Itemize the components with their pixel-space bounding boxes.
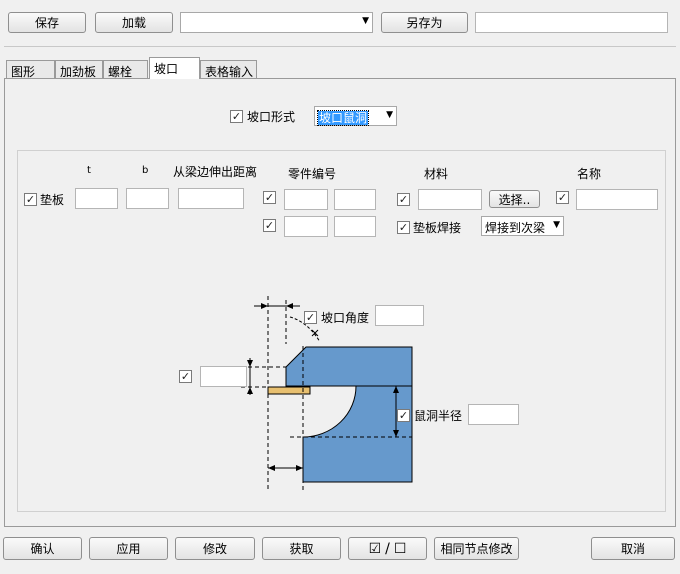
bevel-angle-label: 坡口角度 bbox=[321, 311, 370, 325]
same-node-modify-button[interactable]: 相同节点修改 bbox=[434, 537, 519, 560]
rat-hole-radius-input[interactable] bbox=[468, 404, 519, 425]
gap-checkbox[interactable]: ✓ bbox=[179, 370, 192, 383]
bevel-angle-input[interactable] bbox=[375, 305, 424, 326]
ok-button[interactable]: 确认 bbox=[3, 537, 82, 560]
checked-box-icon: ☑ bbox=[368, 540, 382, 557]
backing-plate-shape bbox=[267, 386, 311, 395]
gap-input[interactable] bbox=[200, 366, 247, 387]
modify-button[interactable]: 修改 bbox=[175, 537, 255, 560]
toggle-separator: / bbox=[385, 540, 390, 557]
tab-bevel[interactable]: 坡口 bbox=[149, 57, 200, 79]
cancel-button[interactable]: 取消 bbox=[591, 537, 675, 560]
bevel-angle-checkbox[interactable]: ✓ bbox=[304, 311, 317, 324]
unchecked-box-icon: ☐ bbox=[393, 540, 407, 557]
rat-hole-radius-label: 鼠洞半径 bbox=[414, 409, 463, 423]
toggle-all-button[interactable]: ☑ / ☐ bbox=[348, 537, 427, 560]
bevel-diagram bbox=[241, 296, 413, 492]
beam-flange-shape bbox=[285, 346, 413, 387]
apply-button[interactable]: 应用 bbox=[89, 537, 168, 560]
get-button[interactable]: 获取 bbox=[262, 537, 341, 560]
rat-hole-radius-checkbox[interactable]: ✓ bbox=[397, 409, 410, 422]
